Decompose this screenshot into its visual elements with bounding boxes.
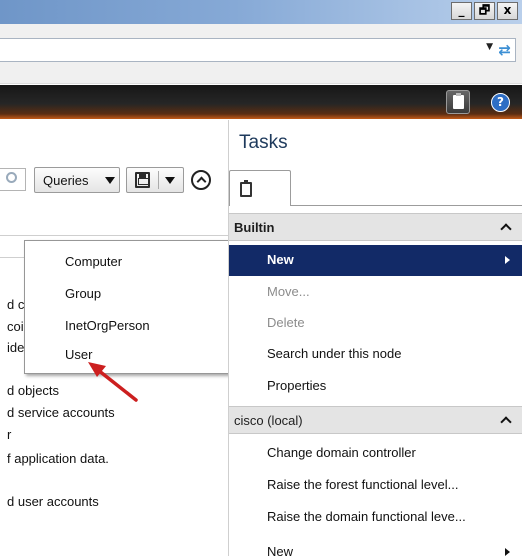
tasks-pane: Tasks Builtin New Move... Delete Search … [229, 120, 522, 556]
action-raise-forest-level[interactable]: Raise the forest functional level... [229, 470, 522, 501]
action-search-under-node[interactable]: Search under this node [229, 339, 522, 370]
action-label: Raise the domain functional leve... [267, 509, 466, 524]
action-label: Search under this node [267, 346, 402, 361]
tab-underline [291, 205, 522, 206]
action-change-domain-controller[interactable]: Change domain controller [229, 438, 522, 469]
action-raise-domain-level[interactable]: Raise the domain functional leve... [229, 502, 522, 533]
action-label: Delete [267, 315, 305, 330]
section-builtin[interactable]: Builtin [229, 213, 522, 241]
action-delete: Delete [229, 308, 522, 339]
tab-clipboard[interactable] [229, 170, 291, 206]
action-move: Move... [229, 277, 522, 308]
tasks-title: Tasks [239, 132, 288, 153]
action-label: Properties [267, 378, 327, 393]
action-label: New [267, 544, 294, 556]
action-new[interactable]: New [229, 245, 522, 276]
clipboard-icon [240, 180, 252, 197]
section-label: Builtin [234, 220, 275, 235]
submenu-arrow-icon [505, 548, 510, 556]
action-label: New [267, 252, 294, 267]
action-new-domain[interactable]: New [229, 537, 522, 556]
submenu-arrow-icon [505, 256, 510, 264]
chevron-up-icon[interactable] [500, 416, 512, 428]
chevron-up-icon[interactable] [500, 223, 512, 235]
section-cisco-local[interactable]: cisco (local) [229, 406, 522, 434]
action-label: Move... [267, 284, 310, 299]
action-properties[interactable]: Properties [229, 371, 522, 402]
action-label: Raise the forest functional level... [267, 477, 459, 492]
action-label: Change domain controller [267, 445, 416, 460]
section-label: cisco (local) [234, 413, 303, 428]
